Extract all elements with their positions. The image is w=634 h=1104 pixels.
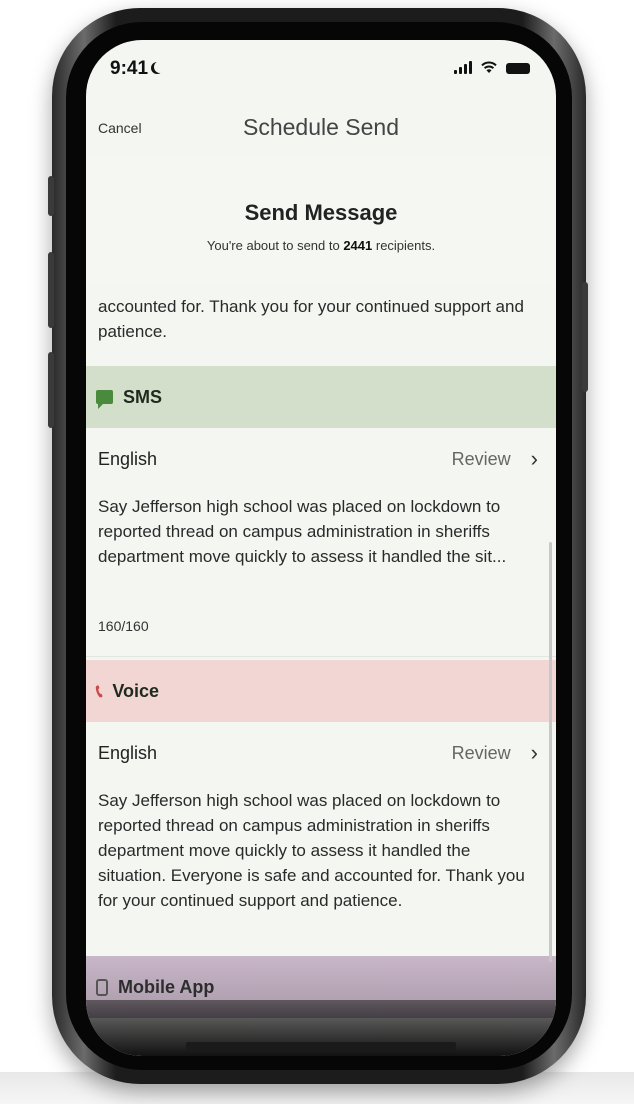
voice-section-header: 📞︎ Voice [86,660,556,722]
email-message-tail: accounted for. Thank you for your contin… [98,297,524,341]
voice-review-button[interactable]: Review [452,743,511,764]
voice-label: Voice [112,680,159,701]
sms-language-row[interactable]: English Review › [98,446,538,472]
status-icons [454,60,530,74]
sms-language: English [98,448,158,469]
send-message-title: Send Message [244,200,398,225]
sms-section-header: SMS [86,366,556,428]
sms-character-count: 160/160 [98,618,149,634]
moon-icon [154,61,166,73]
side-button-volume-down [48,352,54,428]
scrollbar[interactable] [549,542,552,962]
side-button-power [582,282,588,392]
sms-message: Say Jefferson high school was placed on … [98,497,507,566]
sms-label: SMS [123,386,163,407]
chevron-right-icon[interactable]: › [531,740,538,766]
signal-icon [454,60,472,74]
page-title: Schedule Send [242,114,399,140]
side-button-volume-up [48,252,54,328]
mobile-phone-icon [96,978,108,996]
side-button-silent [48,176,54,216]
home-indicator [186,1042,456,1052]
chevron-right-icon[interactable]: › [531,446,538,472]
battery-icon [506,63,530,74]
divider [86,656,556,657]
recipient-count: 2441 [343,238,373,253]
mobile-app-label: Mobile App [118,976,215,997]
voice-message: Say Jefferson high school was placed on … [98,791,525,910]
status-time: 9:41 [110,58,166,80]
sms-icon [96,390,113,409]
recipient-summary: You're about to send to 2441 recipients. [206,238,436,253]
voice-language: English [98,742,158,763]
wifi-icon [481,61,497,73]
voice-language-row[interactable]: English Review › [98,740,538,766]
sms-review-button[interactable]: Review [452,449,511,470]
phone-screen: 9:41 Cancel Schedule Send Send Message Y… [86,40,556,1056]
phone-icon: 📞︎ [96,680,103,701]
